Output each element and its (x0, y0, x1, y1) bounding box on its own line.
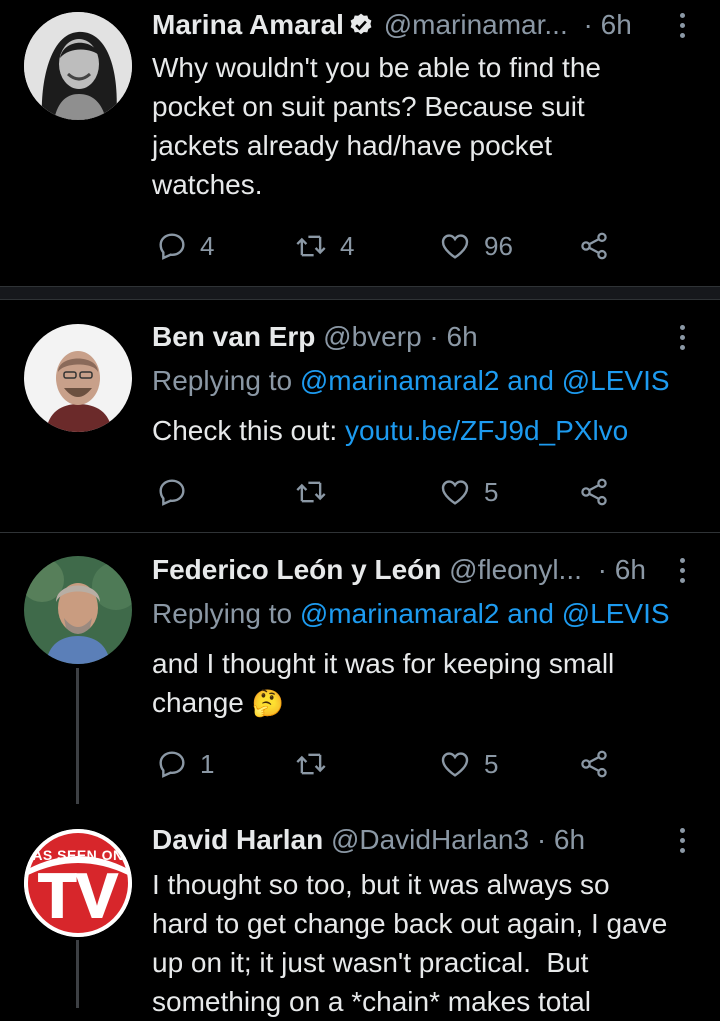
share-button[interactable] (578, 472, 610, 512)
like-icon (438, 748, 472, 780)
tweet-marina[interactable]: Marina Amaral @marinamar... · 6h Why wou… (0, 0, 720, 288)
tweet-actions: 5 (152, 472, 632, 512)
replying-prefix: Replying to (152, 598, 300, 629)
retweet-count: 4 (340, 230, 355, 261)
tweet-time: · 6h (597, 554, 646, 585)
retweet-icon (294, 748, 328, 780)
logo-text-top: AS SEEN ON (32, 847, 124, 863)
tweet-text: Why wouldn't you be able to find the poc… (152, 52, 601, 200)
logo-text-main: TV (37, 862, 118, 931)
avatar-photo (24, 556, 132, 664)
share-button[interactable] (578, 226, 610, 266)
tweet-header: David Harlan @DavidHarlan3 · 6h (152, 823, 680, 857)
avatar[interactable]: AS SEEN ON TV (24, 829, 132, 937)
like-count: 96 (484, 230, 513, 261)
tweet-ben[interactable]: Ben van Erp @bverp · 6h Replying to @mar… (0, 300, 720, 532)
reply-icon (156, 476, 188, 508)
like-icon (438, 230, 472, 262)
like-button[interactable]: 5 (438, 472, 498, 512)
tweet-header: Federico León y León @fleonyl... · 6h (152, 553, 680, 587)
tweet-header: Marina Amaral @marinamar... · 6h (152, 8, 680, 42)
author-name[interactable]: Marina Amaral (152, 9, 344, 40)
author-name[interactable]: David Harlan (152, 824, 323, 855)
reply-icon (156, 230, 188, 262)
author-handle[interactable]: @marinamar... (384, 9, 568, 40)
tweet-header: Ben van Erp @bverp · 6h (152, 320, 680, 354)
tweet-time: · 6h (583, 9, 632, 40)
tweet-text-body: and I thought it was for keeping small c… (152, 648, 615, 718)
more-icon[interactable] (674, 320, 690, 354)
like-icon (438, 476, 472, 508)
retweet-icon (294, 476, 328, 508)
avatar-photo (24, 12, 132, 120)
avatar[interactable] (24, 324, 132, 432)
more-icon[interactable] (674, 553, 690, 587)
retweet-button[interactable]: 4 (294, 226, 354, 266)
author-handle[interactable]: @fleonyl... (449, 554, 582, 585)
thread-divider (0, 286, 720, 300)
reply-button[interactable]: 4 (156, 226, 214, 266)
tweet-text: I thought so too, but it was always so h… (152, 869, 668, 1017)
retweet-icon (294, 230, 328, 262)
verified-icon (348, 12, 374, 38)
replying-prefix: Replying to (152, 365, 300, 396)
replying-to-link[interactable]: @marinamaral2 and @LEVIS (300, 365, 670, 396)
replying-to-link[interactable]: @marinamaral2 and @LEVIS (300, 598, 670, 629)
like-count: 5 (484, 748, 499, 779)
tweet-actions: 1 5 (152, 744, 632, 784)
tweet-text: Check this out: youtu.be/ZFJ9d_PXlvo (152, 411, 707, 450)
tweet-federico[interactable]: Federico León y León @fleonyl... · 6h Re… (0, 533, 720, 805)
tweet-link[interactable]: youtu.be/ZFJ9d_PXlvo (345, 415, 628, 446)
replying-to: Replying to @marinamaral2 and @LEVIS (152, 597, 670, 631)
reply-button[interactable]: 1 (156, 744, 214, 784)
share-icon (578, 748, 610, 780)
like-count: 5 (484, 476, 499, 507)
reply-count: 1 (200, 748, 215, 779)
reply-button[interactable] (156, 472, 200, 512)
avatar[interactable] (24, 12, 132, 120)
thinking-face-emoji: 🤔 (251, 688, 285, 718)
replying-to: Replying to @marinamaral2 and @LEVIS (152, 364, 670, 398)
reply-icon (156, 748, 188, 780)
share-icon (578, 230, 610, 262)
tweet-david[interactable]: AS SEEN ON TV David Harlan @DavidHarlan3… (0, 805, 720, 1017)
tweet-actions: 4 4 96 (152, 226, 632, 266)
more-icon[interactable] (674, 823, 690, 857)
like-button[interactable]: 96 (438, 226, 513, 266)
avatar-photo (24, 324, 132, 432)
tweet-time: · 6h (429, 321, 478, 352)
like-button[interactable]: 5 (438, 744, 498, 784)
tweet-time: · 6h (536, 824, 586, 855)
author-name[interactable]: Federico León y León (152, 554, 441, 585)
author-name[interactable]: Ben van Erp (152, 321, 315, 352)
author-handle[interactable]: @DavidHarlan3 (331, 824, 529, 855)
share-icon (578, 476, 610, 508)
author-handle[interactable]: @bverp (323, 321, 421, 352)
reply-count: 4 (200, 230, 215, 261)
tweet-text: and I thought it was for keeping small c… (152, 644, 707, 723)
avatar[interactable] (24, 556, 132, 664)
retweet-button[interactable] (294, 744, 340, 784)
retweet-button[interactable] (294, 472, 340, 512)
tweet-text-prefix: Check this out: (152, 415, 345, 446)
more-icon[interactable] (674, 8, 690, 42)
share-button[interactable] (578, 744, 610, 784)
